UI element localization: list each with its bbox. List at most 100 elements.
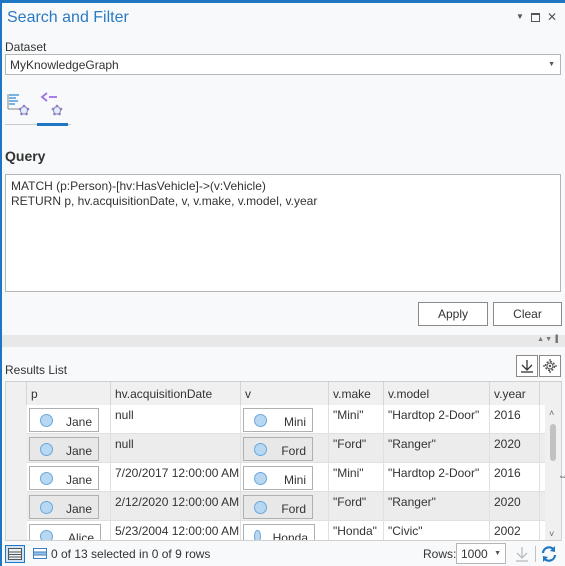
make-cell[interactable]: "Mini" [329, 405, 384, 434]
entity-circle-icon [254, 442, 267, 456]
vehicle-cell[interactable]: Mini [241, 463, 329, 492]
scroll-up-icon[interactable]: ˄ [549, 408, 554, 418]
column-header-year[interactable]: v.year [490, 382, 540, 405]
status-separator [535, 546, 536, 562]
vehicle-entity-chip[interactable]: Ford [243, 495, 313, 519]
tab-query[interactable] [37, 89, 69, 125]
entity-label: Ford [281, 444, 306, 458]
vehicle-cell[interactable]: Ford [241, 434, 329, 463]
query-heading: Query [5, 148, 46, 164]
refresh-button[interactable] [540, 544, 558, 566]
export-button[interactable] [516, 355, 538, 377]
entity-circle-icon [40, 471, 53, 485]
vehicle-cell[interactable]: Honda [241, 521, 329, 540]
make-cell[interactable]: "Honda" [329, 521, 384, 540]
scroll-thumb[interactable] [550, 424, 556, 461]
clear-button[interactable]: Clear [493, 302, 562, 326]
entity-label: Jane [65, 444, 92, 458]
rows-limit-value: 1000 [461, 547, 488, 561]
column-header-make[interactable]: v.make [329, 382, 384, 405]
person-cell[interactable]: Jane [27, 405, 111, 434]
show-selected-rows-button[interactable] [30, 545, 50, 563]
entity-circle-icon [40, 500, 53, 514]
splitter-arrows-icon[interactable]: ▲▼▐ [537, 336, 559, 343]
year-cell[interactable]: 2016 [490, 405, 540, 434]
make-cell[interactable]: "Ford" [329, 434, 384, 463]
resize-cursor-icon: ⇔ [558, 471, 565, 482]
person-entity-chip[interactable]: Jane [29, 408, 99, 432]
row-header-corner [6, 382, 27, 405]
window-controls: ▼ ✕ [516, 11, 557, 23]
rows-limit-dropdown[interactable]: 1000 ▼ [456, 543, 506, 564]
table-row[interactable]: Jane null Ford "Ford" "Ranger" 2020 [27, 434, 547, 463]
pane-splitter[interactable]: ▲▼▐ [2, 335, 565, 347]
dataset-dropdown[interactable]: MyKnowledgeGraph ▼ [5, 54, 561, 75]
model-cell[interactable]: "Ranger" [384, 434, 490, 463]
table-row[interactable]: Jane 7/20/2017 12:00:00 AM Mini "Mini" "Hard… [27, 463, 547, 492]
year-cell[interactable]: 2002 [490, 521, 540, 540]
results-table: p hv.acquisitionDate v v.make v.model v.… [5, 381, 562, 541]
entity-label: Jane [65, 473, 92, 487]
vehicle-cell[interactable]: Ford [241, 492, 329, 521]
entity-label: Ford [281, 502, 306, 516]
person-entity-chip[interactable]: Jane [29, 495, 99, 519]
apply-button[interactable]: Apply [418, 302, 488, 326]
selection-status: 0 of 13 selected in 0 of 9 rows [51, 547, 211, 561]
person-entity-chip[interactable]: Alice [29, 524, 101, 540]
export-icon [521, 360, 533, 373]
query-entities-icon [40, 92, 63, 116]
person-entity-chip[interactable]: Jane [29, 437, 99, 461]
entity-circle-icon [40, 442, 53, 456]
load-more-button[interactable] [514, 545, 530, 566]
pane-menu-icon[interactable]: ▼ [516, 11, 524, 23]
vehicle-entity-chip[interactable]: Ford [243, 437, 313, 461]
person-cell[interactable]: Jane [27, 463, 111, 492]
tab-search[interactable] [5, 89, 37, 125]
person-cell[interactable]: Jane [27, 492, 111, 521]
year-cell[interactable]: 2020 [490, 434, 540, 463]
model-cell[interactable]: "Ranger" [384, 492, 490, 521]
entity-label: Mini [283, 415, 306, 429]
scroll-down-icon[interactable]: ˅ [549, 529, 554, 539]
model-cell[interactable]: "Civic" [384, 521, 490, 540]
entity-label: Jane [65, 415, 92, 429]
query-textarea[interactable]: MATCH (p:Person)-[hv:HasVehicle]->(v:Veh… [5, 174, 561, 292]
vehicle-cell[interactable]: Mini [241, 405, 329, 434]
selected-rows-icon [33, 548, 47, 559]
vehicle-entity-chip[interactable]: Honda [243, 524, 315, 540]
chevron-down-icon: ▼ [548, 61, 555, 68]
settings-button[interactable] [539, 355, 561, 377]
entity-circle-icon [254, 529, 261, 540]
maximize-icon[interactable] [530, 12, 540, 22]
model-cell[interactable]: "Hardtop 2-Door" [384, 463, 490, 492]
acquisition-date-cell[interactable]: 2/12/2020 12:00:00 AM [111, 492, 241, 521]
search-and-filter-pane: Search and Filter ▼ ✕ Dataset MyKnowledg… [2, 3, 565, 566]
table-row[interactable]: Alice 5/23/2004 12:00:00 AM Honda "Honda" "C… [27, 521, 547, 540]
acquisition-date-cell[interactable]: 7/20/2017 12:00:00 AM [111, 463, 241, 492]
make-cell[interactable]: "Mini" [329, 463, 384, 492]
results-list-label: Results List [5, 363, 68, 377]
acquisition-date-cell[interactable]: null [111, 405, 241, 434]
year-cell[interactable]: 2016 [490, 463, 540, 492]
dataset-label: Dataset [5, 40, 47, 54]
year-cell[interactable]: 2020 [490, 492, 540, 521]
person-cell[interactable]: Alice [27, 521, 111, 540]
person-cell[interactable]: Jane [27, 434, 111, 463]
acquisition-date-cell[interactable]: 5/23/2004 12:00:00 AM [111, 521, 241, 540]
column-header-p[interactable]: p [27, 382, 111, 405]
show-all-rows-button[interactable] [5, 545, 25, 563]
column-header-v[interactable]: v [241, 382, 329, 405]
vehicle-entity-chip[interactable]: Mini [243, 466, 313, 490]
close-icon[interactable]: ✕ [547, 11, 557, 23]
mode-tabs [5, 89, 71, 127]
make-cell[interactable]: "Ford" [329, 492, 384, 521]
table-row[interactable]: Jane 2/12/2020 12:00:00 AM Ford "Ford" "Rang… [27, 492, 547, 521]
person-entity-chip[interactable]: Jane [29, 466, 99, 490]
table-row[interactable]: Jane null Mini "Mini" "Hardtop 2-Door" 2016 [27, 405, 547, 434]
vehicle-entity-chip[interactable]: Mini [243, 408, 313, 432]
acquisition-date-cell[interactable]: null [111, 434, 241, 463]
column-header-acquisition-date[interactable]: hv.acquisitionDate [111, 382, 241, 405]
column-header-model[interactable]: v.model [384, 382, 490, 405]
model-cell[interactable]: "Hardtop 2-Door" [384, 405, 490, 434]
pane-title: Search and Filter [7, 9, 129, 26]
